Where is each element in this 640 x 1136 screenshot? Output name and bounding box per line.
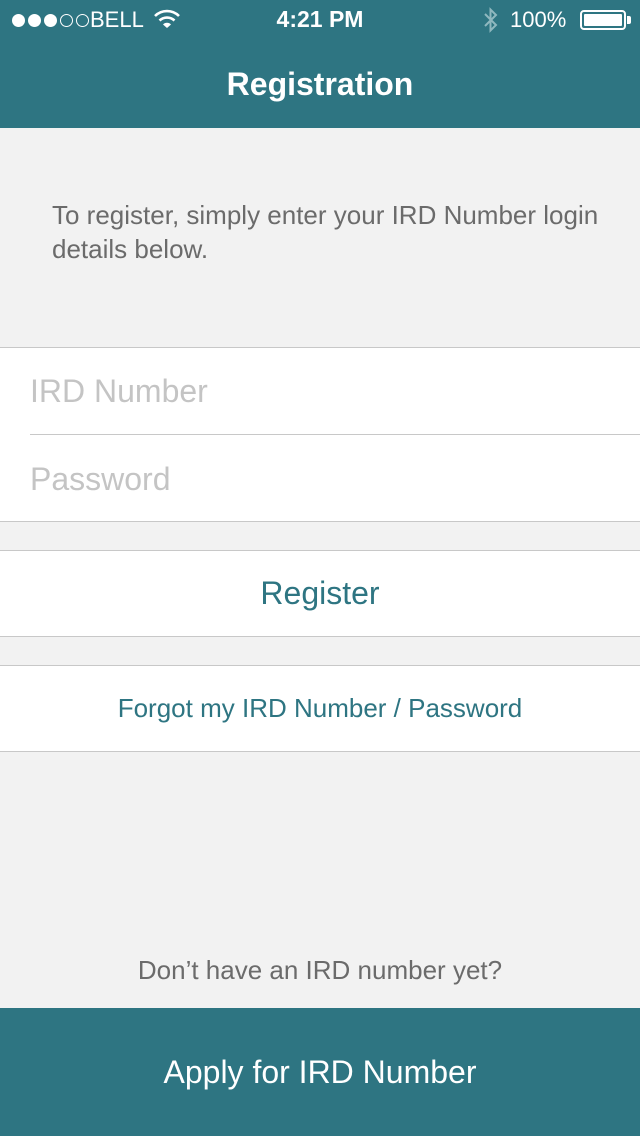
apply-ird-button[interactable]: Apply for IRD Number [0,1008,640,1136]
header-bar: BELL 4:21 PM 100% Registration [0,0,640,128]
ird-number-input[interactable] [30,348,640,434]
status-bar: BELL 4:21 PM 100% [0,0,640,40]
forgot-credentials-button[interactable]: Forgot my IRD Number / Password [0,665,640,752]
no-ird-prompt: Don’t have an IRD number yet? [137,955,503,985]
bluetooth-icon [484,7,498,33]
battery-fill [584,14,622,26]
apply-ird-button-label: Apply for IRD Number [163,1053,477,1090]
registration-screen: BELL 4:21 PM 100% Registration To regist… [0,0,640,1136]
field-separator [30,434,640,435]
battery-icon [580,10,626,30]
login-form [0,347,640,522]
register-button[interactable]: Register [0,550,640,637]
forgot-credentials-label: Forgot my IRD Number / Password [117,693,523,723]
intro-text: To register, simply enter your IRD Numbe… [52,200,599,264]
battery-tip [627,16,631,24]
password-input[interactable] [30,436,640,522]
page-title: Registration [226,66,414,102]
battery-percent: 100% [510,7,567,32]
register-button-label: Register [260,575,380,611]
